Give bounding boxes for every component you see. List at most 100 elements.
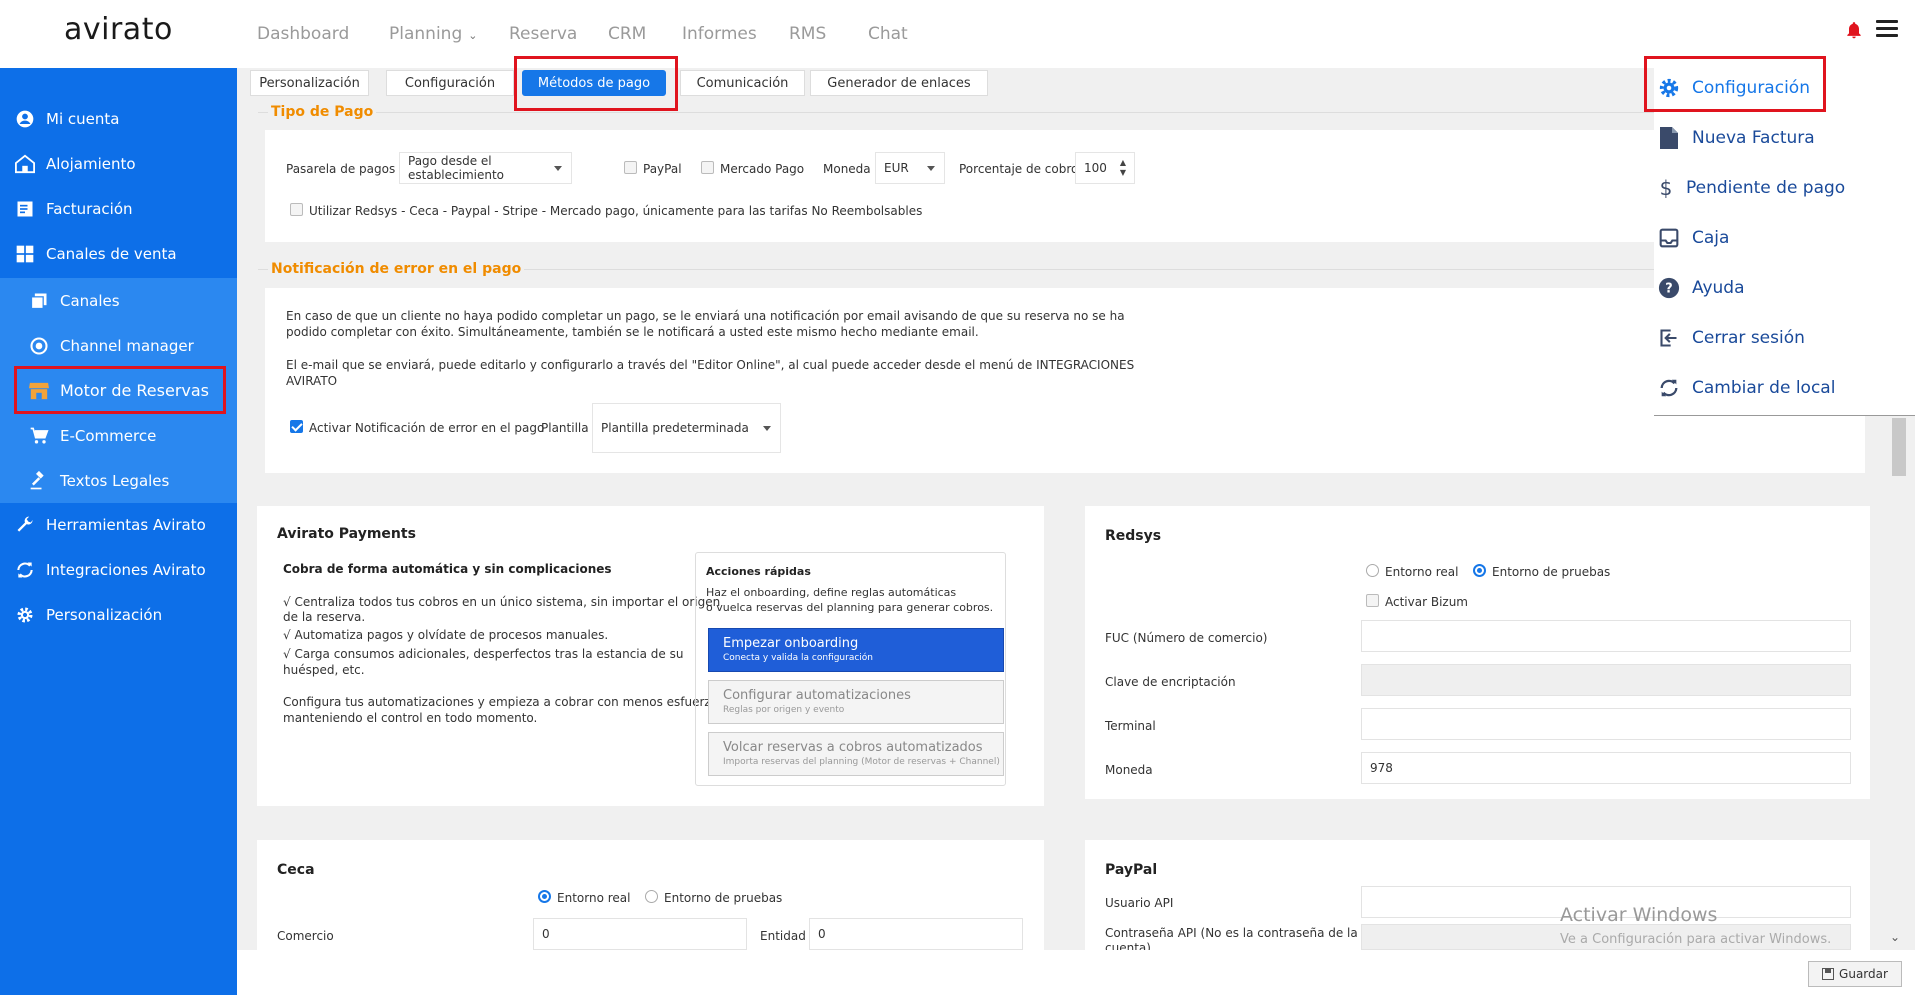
- menu-item-nueva-factura[interactable]: Nueva Factura: [1654, 116, 1915, 160]
- entidad-label: Entidad: [760, 929, 806, 943]
- mercado-pago-checkbox[interactable]: [701, 161, 714, 174]
- entidad-input[interactable]: 0: [809, 918, 1023, 950]
- invoice-icon: [14, 198, 36, 220]
- bell-icon[interactable]: [1844, 20, 1864, 40]
- menu-item-ayuda[interactable]: ? Ayuda: [1654, 266, 1915, 310]
- save-button[interactable]: Guardar: [1808, 961, 1902, 987]
- sidebar-item-label: Canales: [60, 291, 120, 310]
- sidebar-item-alojamiento[interactable]: Alojamiento: [0, 142, 237, 186]
- bullet-2: √ Automatiza pagos y olvídate de proceso…: [283, 628, 609, 642]
- nav-chat[interactable]: Chat: [868, 24, 908, 44]
- moneda-select[interactable]: EUR: [875, 152, 945, 184]
- configurar-automatizaciones-button[interactable]: Configurar automatizaciones Reglas por or…: [708, 680, 1004, 724]
- windows-watermark-title: Activar Windows: [1560, 904, 1718, 926]
- clave-input[interactable]: [1361, 664, 1851, 696]
- nav-reserva[interactable]: Reserva: [509, 24, 577, 44]
- terminal-label: Terminal: [1105, 719, 1156, 733]
- sidebar-item-mi-cuenta[interactable]: Mi cuenta: [0, 97, 237, 141]
- sidebar-item-personalizacion[interactable]: Personalización: [0, 592, 237, 637]
- sidebar-item-canales[interactable]: Canales: [0, 278, 237, 323]
- paypal-checkbox[interactable]: [624, 161, 637, 174]
- activar-bizum-checkbox[interactable]: [1366, 594, 1379, 607]
- scroll-down-icon[interactable]: ⌄: [1890, 930, 1900, 944]
- ceca-title: Ceca: [277, 862, 315, 878]
- menu-item-label: Caja: [1692, 228, 1730, 248]
- nav-crm[interactable]: CRM: [608, 24, 646, 44]
- menu-item-caja[interactable]: Caja: [1654, 216, 1915, 260]
- panel-notificacion-error: En caso de que un cliente no haya podido…: [265, 288, 1865, 473]
- tab-configuracion[interactable]: Configuración: [386, 70, 514, 96]
- plantilla-select[interactable]: Plantilla predeterminada: [592, 403, 781, 453]
- wrench-icon: [14, 514, 36, 536]
- no-reembolsables-checkbox[interactable]: [290, 203, 303, 216]
- legend-notificacion-error: Notificación de error en el pago: [268, 261, 525, 277]
- pasarela-label: Pasarela de pagos: [286, 162, 396, 176]
- hamburger-menu-icon[interactable]: [1876, 20, 1898, 38]
- stepper-arrows-icon: ▲ ▼: [1119, 158, 1126, 177]
- sidebar-item-canales-de-venta[interactable]: Canales de venta: [0, 232, 237, 276]
- notif-text-1b: podido completar con éxito. Simultáneame…: [286, 325, 979, 339]
- nav-planning[interactable]: Planning ⌄: [389, 24, 477, 44]
- sidebar-item-label: Mi cuenta: [46, 110, 120, 128]
- terminal-input[interactable]: [1361, 708, 1851, 740]
- button-title: Volcar reservas a cobros automatizados: [723, 740, 983, 755]
- quick-actions-desc-1: Haz el onboarding, define reglas automát…: [706, 586, 957, 599]
- ceca-entorno-real-radio[interactable]: [538, 890, 551, 903]
- menu-item-cerrar-sesion[interactable]: Cerrar sesión: [1654, 316, 1915, 360]
- porcentaje-stepper[interactable]: 100 ▲ ▼: [1075, 152, 1135, 184]
- cart-icon: [28, 425, 50, 447]
- redsys-entorno-real-radio[interactable]: [1366, 564, 1379, 577]
- menu-item-pendiente-de-pago[interactable]: $ Pendiente de pago: [1654, 166, 1915, 210]
- button-title: Empezar onboarding: [723, 636, 859, 651]
- sidebar-item-herramientas-avirato[interactable]: Herramientas Avirato: [0, 502, 237, 547]
- redsys-entorno-real-label: Entorno real: [1385, 565, 1459, 579]
- entidad-value: 0: [818, 927, 826, 941]
- pasarela-value: Pago desde el establecimiento: [408, 154, 505, 182]
- activar-notificacion-checkbox[interactable]: [290, 420, 303, 433]
- floppy-icon: [1822, 968, 1835, 980]
- redsys-entorno-pruebas-radio[interactable]: [1473, 564, 1486, 577]
- inbox-icon: [1658, 227, 1680, 249]
- ceca-entorno-pruebas-radio[interactable]: [645, 890, 658, 903]
- sidebar-item-channel-manager[interactable]: Channel manager: [0, 323, 237, 368]
- redsys-moneda-label: Moneda: [1105, 763, 1153, 777]
- tab-generador-de-enlaces[interactable]: Generador de enlaces: [810, 70, 988, 96]
- scrollbar-thumb[interactable]: [1892, 418, 1906, 476]
- footer-text-2: manteniendo el control en todo momento.: [283, 711, 538, 725]
- menu-item-cambiar-de-local[interactable]: Cambiar de local: [1654, 366, 1915, 410]
- button-subtitle: Importa reservas del planning (Motor de …: [723, 757, 1000, 767]
- svg-text:?: ?: [1665, 282, 1672, 297]
- bullet-3b: huésped, etc.: [283, 663, 365, 677]
- logout-icon: [1658, 327, 1680, 349]
- sidebar-item-facturacion[interactable]: Facturación: [0, 187, 237, 231]
- sidebar-item-label: Channel manager: [60, 336, 194, 355]
- quick-actions-title: Acciones rápidas: [706, 565, 811, 578]
- sidebar-item-integraciones-avirato[interactable]: Integraciones Avirato: [0, 547, 237, 592]
- pasarela-select[interactable]: Pago desde el establecimiento: [399, 152, 572, 184]
- logo[interactable]: avirato: [64, 12, 173, 47]
- sidebar-item-textos-legales[interactable]: Textos Legales: [0, 458, 237, 503]
- comercio-input[interactable]: 0: [533, 918, 747, 950]
- activar-notificacion-label: Activar Notificación de error en el pago: [309, 421, 545, 435]
- fuc-input[interactable]: [1361, 620, 1851, 652]
- sidebar-item-e-commerce[interactable]: E-Commerce: [0, 413, 237, 458]
- nav-informes[interactable]: Informes: [682, 24, 757, 44]
- tab-personalizacion[interactable]: Personalización: [250, 70, 369, 96]
- mercado-pago-label: Mercado Pago: [720, 162, 805, 176]
- empezar-onboarding-button[interactable]: Empezar onboarding Conecta y valida la co…: [708, 628, 1004, 672]
- sidebar-item-label: Integraciones Avirato: [46, 560, 206, 579]
- avirato-payments-title: Avirato Payments: [277, 526, 416, 542]
- bullet-3a: √ Carga consumos adicionales, desperfect…: [283, 647, 684, 661]
- paypal-label: PayPal: [643, 162, 682, 176]
- comercio-label: Comercio: [277, 929, 334, 943]
- home-icon: [14, 153, 36, 175]
- volcar-reservas-button[interactable]: Volcar reservas a cobros automatizados Im…: [708, 732, 1004, 776]
- caret-down-icon: [763, 426, 771, 431]
- menu-item-label: Nueva Factura: [1692, 128, 1815, 148]
- menu-item-label: Cerrar sesión: [1692, 328, 1805, 348]
- tab-comunicacion[interactable]: Comunicación: [680, 70, 805, 96]
- nav-rms[interactable]: RMS: [789, 24, 826, 44]
- nav-dashboard[interactable]: Dashboard: [257, 24, 349, 44]
- redsys-moneda-input[interactable]: 978: [1361, 752, 1851, 784]
- sidebar-item-label: Facturación: [46, 200, 133, 218]
